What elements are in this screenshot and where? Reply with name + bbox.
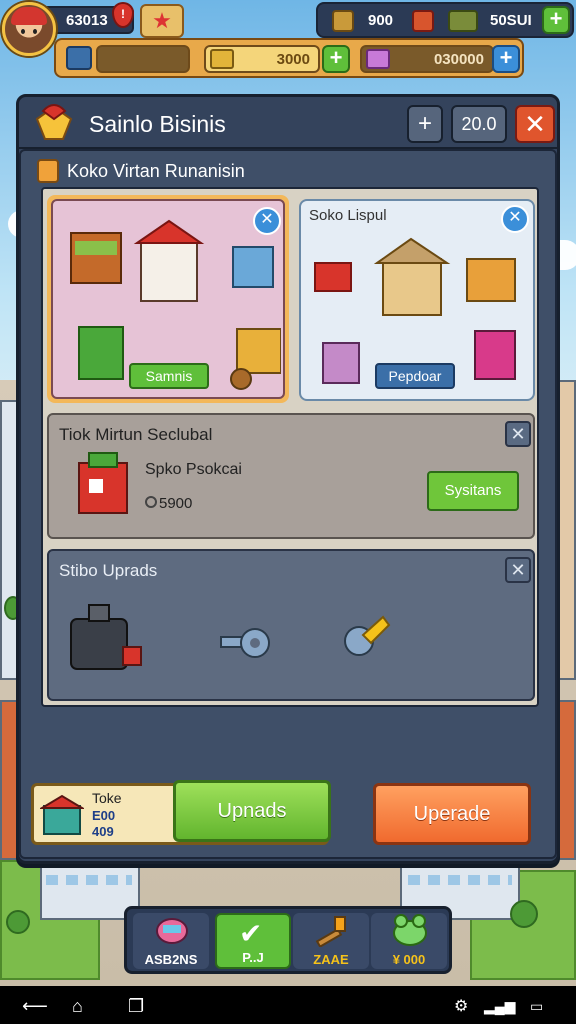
pause-icon[interactable] bbox=[412, 10, 434, 32]
currency-bar: 3000 + 030000 + bbox=[54, 38, 524, 78]
gold-slot: 3000 bbox=[204, 45, 320, 73]
machine-icon bbox=[70, 604, 142, 670]
card-2-close-button[interactable]: ✕ bbox=[501, 205, 529, 233]
shop-icon bbox=[37, 159, 59, 183]
primary-upgrade-button[interactable]: Upnads bbox=[173, 780, 331, 842]
nav-label-1: ASB2NS bbox=[144, 952, 198, 967]
back-icon[interactable]: ⟵ bbox=[22, 996, 48, 1017]
business-card-1[interactable]: ✕ Samnis bbox=[47, 195, 289, 403]
settings-icon: ⚙ bbox=[454, 998, 469, 1015]
cap-icon bbox=[11, 7, 47, 25]
section-1-close-button[interactable]: ✕ bbox=[505, 421, 531, 447]
wrench-icon[interactable] bbox=[219, 625, 271, 661]
red-crate-icon bbox=[78, 452, 128, 514]
card-1-close-button[interactable]: ✕ bbox=[253, 207, 281, 235]
recents-icon[interactable]: ❐ bbox=[128, 996, 144, 1017]
face bbox=[19, 25, 41, 39]
section-2-title: Stibo Uprads bbox=[59, 561, 158, 580]
add-button[interactable]: + bbox=[407, 105, 443, 143]
content-area: ✕ Samnis Soko Lispul ✕ Pepdoar Tiok Mirt… bbox=[41, 187, 539, 707]
panel-title: Sainlo Bisinis bbox=[89, 111, 226, 137]
secondary-upgrade-button[interactable]: Uperade bbox=[373, 783, 531, 845]
nav-label-2: P..J bbox=[242, 950, 264, 965]
business-card-2[interactable]: Soko Lispul ✕ Pepdoar bbox=[299, 199, 535, 401]
card-1-inner: ✕ Samnis bbox=[51, 199, 285, 399]
system-nav-bar: ⟵ ⌂ ❐ ⚙ ▂▄▆ ▭ bbox=[0, 986, 576, 1024]
slot-1-value: 3000 bbox=[276, 51, 310, 68]
slot-2-value: 030000 bbox=[433, 51, 484, 68]
player-avatar[interactable] bbox=[2, 2, 56, 56]
add-gem-button[interactable]: + bbox=[492, 45, 520, 73]
section-2-close-button[interactable]: ✕ bbox=[505, 557, 531, 583]
nav-label-3: ZAAE bbox=[313, 952, 349, 967]
storage-icon bbox=[66, 46, 92, 70]
player-hud: 63013 ! ★ bbox=[0, 0, 200, 56]
panel-body: Koko Virtan Runanisin ✕ Samnis Soko Lisp… bbox=[19, 149, 557, 859]
check-icon: ✔ bbox=[239, 918, 263, 949]
signal-icon: ▂▄▆ bbox=[484, 998, 516, 1014]
action-bar: Toke E00 409 Upnads Uperade bbox=[31, 780, 531, 845]
add-gold-button[interactable]: + bbox=[322, 45, 350, 73]
star-icon[interactable]: ★ bbox=[140, 4, 184, 38]
card-2-label: Soko Lispul bbox=[309, 207, 387, 224]
cost-label: Toke bbox=[92, 790, 122, 806]
nav-label-4: ¥ 000 bbox=[392, 952, 426, 967]
cost-value-1: E00 bbox=[92, 808, 116, 823]
section-1-action-button[interactable]: Sysitans bbox=[427, 471, 519, 511]
pointer-icon[interactable] bbox=[339, 613, 395, 661]
gold-box-icon bbox=[332, 10, 354, 32]
robot-icon bbox=[156, 918, 188, 944]
add-resource-button[interactable]: + bbox=[542, 6, 570, 34]
windows bbox=[408, 875, 512, 885]
panel-header: Sainlo Bisinis + 20.0 ✕ bbox=[19, 97, 557, 149]
home-icon[interactable]: ⌂ bbox=[72, 996, 83, 1017]
section-store-special: Tiok Mirtun Seclubal ✕ Spko Psokcai 5900… bbox=[47, 413, 535, 539]
cost-value-2: 409 bbox=[92, 824, 114, 839]
card-1-button[interactable]: Samnis bbox=[129, 363, 209, 389]
resource-1-value: 900 bbox=[368, 12, 394, 29]
windows bbox=[46, 875, 132, 885]
item-name: Spko Psokcai bbox=[145, 461, 242, 478]
business-panel: Sainlo Bisinis + 20.0 ✕ Koko Virtan Runa… bbox=[16, 94, 560, 864]
battery-icon: ▭ bbox=[530, 998, 544, 1014]
empty-slot bbox=[96, 45, 190, 73]
level-value: 63013 bbox=[66, 12, 108, 29]
coin-icon bbox=[145, 496, 157, 508]
close-button[interactable]: ✕ bbox=[515, 105, 555, 143]
card-2-button[interactable]: Pepdoar bbox=[375, 363, 455, 389]
item-price: 5900 bbox=[145, 495, 192, 512]
nav-item-garage[interactable]: ASB2NS bbox=[133, 913, 209, 969]
gift-icon bbox=[35, 104, 73, 140]
resource-bar: 900 50SUI + bbox=[316, 2, 574, 38]
counter-button[interactable]: 20.0 bbox=[451, 105, 507, 143]
hammer-icon bbox=[315, 916, 346, 947]
bottom-nav: ASB2NS ✔ P..J ZAAE ¥ 000 bbox=[124, 906, 452, 974]
cost-crate-icon bbox=[40, 794, 84, 835]
nav-item-tools[interactable]: ZAAE bbox=[293, 913, 369, 969]
bundle-icon bbox=[448, 10, 478, 32]
panel-subtitle: Koko Virtan Runanisin bbox=[67, 161, 245, 181]
nav-item-check[interactable]: ✔ P..J bbox=[215, 913, 291, 969]
section-1-title: Tiok Mirtun Seclubal bbox=[59, 425, 213, 444]
nav-item-pet[interactable]: ¥ 000 bbox=[371, 913, 447, 969]
gold-bar-icon bbox=[210, 49, 234, 69]
gem-slot: 030000 bbox=[360, 45, 494, 73]
section-upgrades: Stibo Uprads ✕ bbox=[47, 549, 535, 701]
resource-2-value: 50SUI bbox=[490, 12, 532, 29]
gem-icon bbox=[366, 49, 390, 69]
tree bbox=[510, 900, 538, 928]
frog-icon bbox=[393, 914, 427, 946]
tree bbox=[6, 910, 30, 934]
